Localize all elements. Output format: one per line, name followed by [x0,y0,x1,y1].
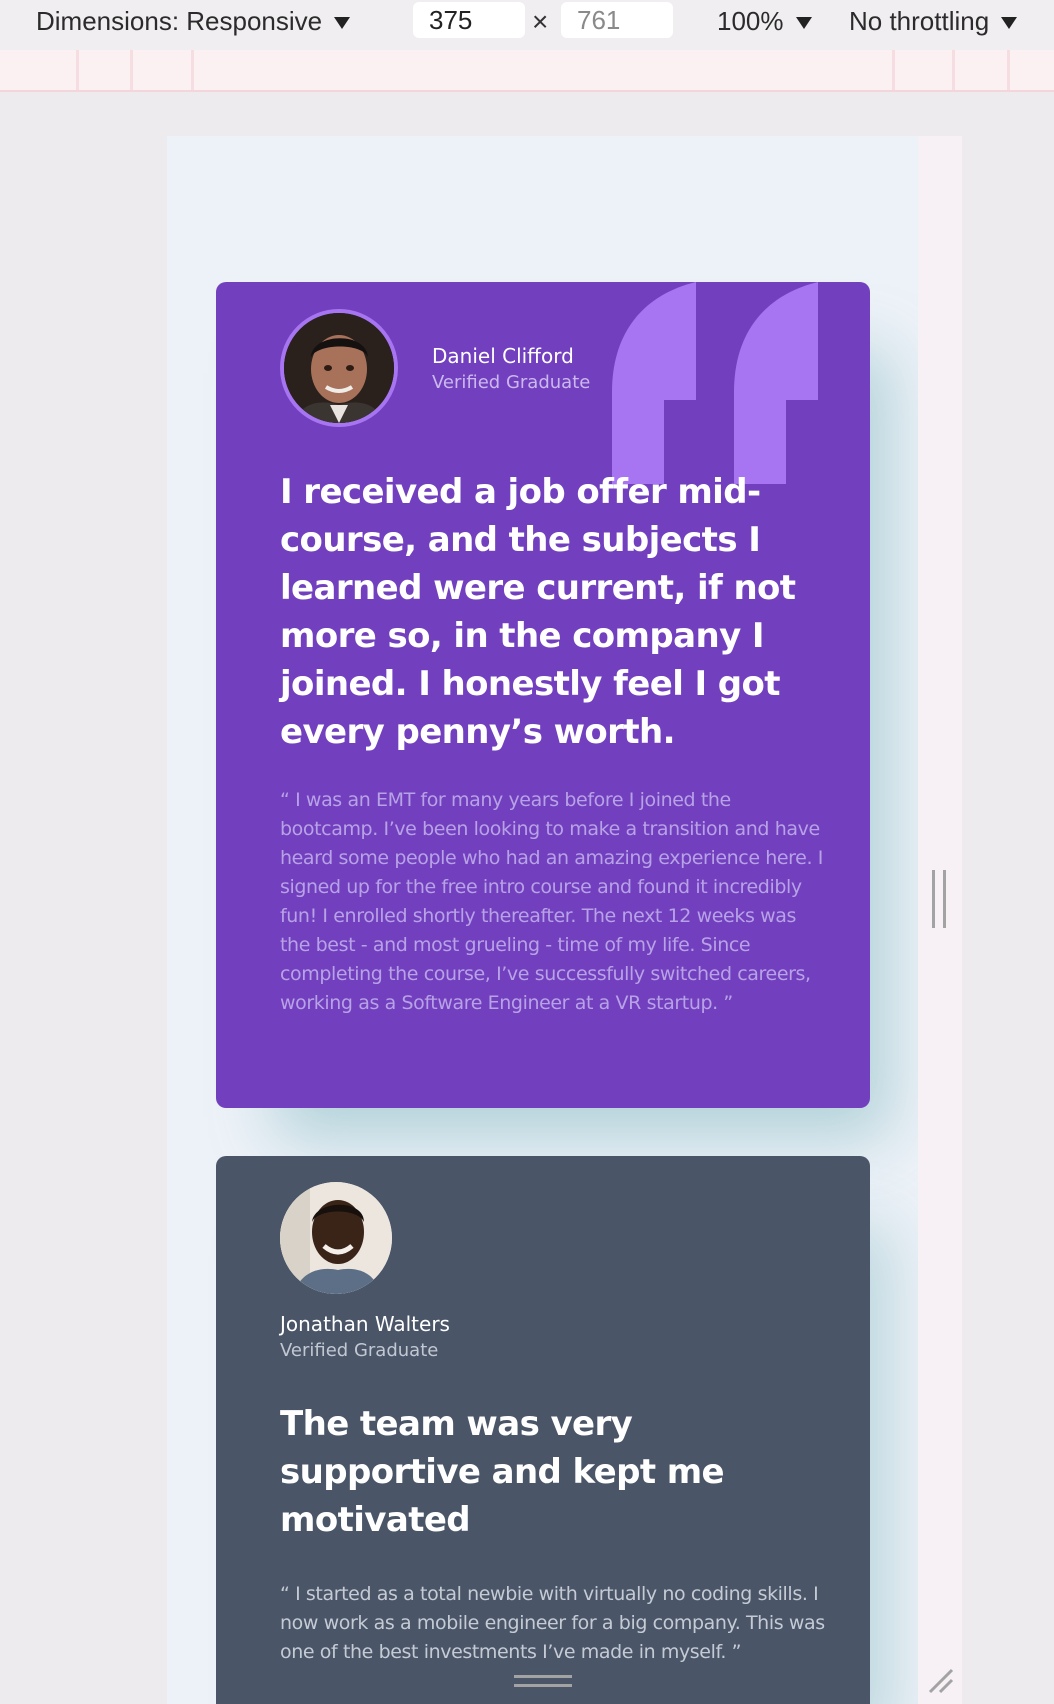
caret-down-icon [795,17,812,30]
ruler-tick [952,50,955,90]
avatar-photo-jonathan [280,1182,392,1294]
height-input[interactable]: 761 [561,2,673,38]
devtools-toolbar: Dimensions: Responsive 375 × 761 100% No… [0,0,1054,50]
throttling-dropdown[interactable]: No throttling [849,4,1018,38]
testimonial-card-jonathan: Jonathan Walters Verified Graduate The t… [216,1156,870,1704]
author-name: Jonathan Walters [280,1312,450,1336]
author-status: Verified Graduate [280,1340,439,1361]
caret-down-icon [1001,17,1018,30]
throttling-label: No throttling [849,6,990,36]
dimensions-dropdown[interactable]: Dimensions: Responsive [36,4,351,38]
times-symbol: × [532,6,549,37]
caret-down-icon [334,17,351,30]
viewport-width-resize-handle[interactable] [932,870,946,928]
ruler-tick [892,50,895,90]
zoom-dropdown[interactable]: 100% [717,4,812,38]
ruler-tick [191,50,194,90]
testimonial-headline: The team was very supportive and kept me… [280,1404,725,1540]
resize-handle-icon[interactable] [926,1666,956,1696]
ruler-tick [1007,50,1010,90]
testimonial-body: “ I was an EMT for many years before I j… [280,789,823,1014]
avatar [280,309,398,427]
testimonial-headline: I received a job offer mid-course, and t… [280,472,796,752]
media-query-ruler[interactable] [0,50,1054,92]
dimensions-label: Dimensions: Responsive [36,6,323,36]
device-viewport: Daniel Clifford Verified Graduate I rece… [167,136,918,1704]
avatar-photo-daniel [284,313,394,423]
testimonial-body: “ I started as a total newbie with virtu… [280,1583,825,1663]
viewport-height-resize-handle[interactable] [514,1675,572,1687]
zoom-label: 100% [717,6,784,36]
quotation-mark-icon [612,282,818,484]
testimonial-card-daniel: Daniel Clifford Verified Graduate I rece… [216,282,870,1108]
avatar [280,1182,392,1294]
ruler-tick [76,50,79,90]
author-status: Verified Graduate [432,372,591,393]
width-input[interactable]: 375 [413,2,525,38]
ruler-tick [130,50,133,90]
author-name: Daniel Clifford [432,344,574,368]
